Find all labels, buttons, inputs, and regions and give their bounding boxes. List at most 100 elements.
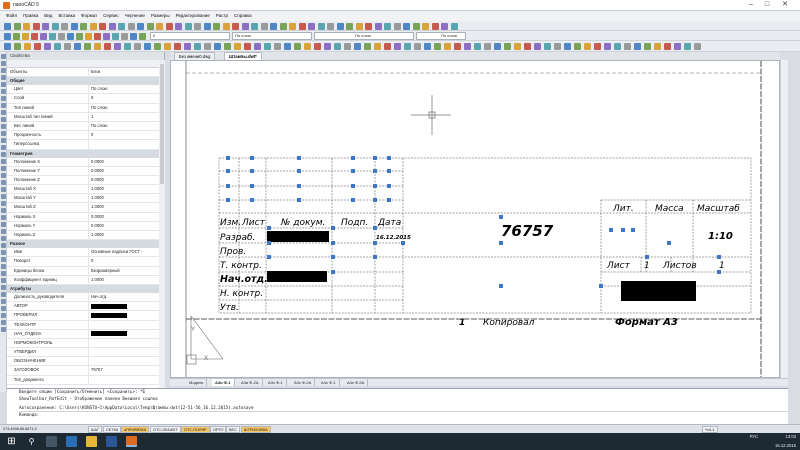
property-value[interactable]: По слою [89, 122, 164, 130]
toolbar-button-icon[interactable] [374, 42, 381, 50]
maximize-icon[interactable]: □ [760, 0, 774, 10]
menu-dimensions[interactable]: Размеры [148, 11, 173, 21]
left-tool-icon[interactable] [1, 215, 6, 220]
toolbar-button-icon[interactable] [175, 22, 182, 30]
edge-icon[interactable] [66, 436, 77, 447]
toolbar-button-icon[interactable] [444, 42, 451, 50]
toolbar-button-icon[interactable] [674, 42, 681, 50]
left-tool-icon[interactable] [1, 145, 6, 150]
search-icon[interactable]: ⚲ [26, 436, 37, 447]
toolbar-button-icon[interactable] [289, 22, 296, 30]
property-value[interactable]: 0.0000 [89, 158, 164, 166]
clock[interactable]: 13:03 16.12.2015 [766, 433, 796, 450]
property-row[interactable]: Цвет По слою [7, 85, 164, 95]
toolbar-button-icon[interactable] [294, 42, 301, 50]
property-value[interactable]: 1.0000 [89, 276, 164, 284]
toolbar-button-icon[interactable] [434, 42, 441, 50]
property-category[interactable]: Общие [7, 77, 164, 86]
property-value[interactable]: 0.0000 [89, 213, 164, 221]
menu-help[interactable]: Справка [231, 11, 255, 21]
toolbar-button-icon[interactable] [112, 32, 119, 40]
left-tool-icon[interactable] [1, 320, 6, 325]
status-ortho-button[interactable]: ОРТО [210, 426, 227, 433]
property-row[interactable]: УТВЕРДИЛ [7, 348, 164, 358]
toolbar-button-icon[interactable] [118, 22, 125, 30]
toolbar-button-icon[interactable] [34, 42, 41, 50]
toolbar-button-icon[interactable] [224, 42, 231, 50]
property-value[interactable]: По слою [89, 104, 164, 112]
color-select[interactable]: По слою [232, 32, 312, 40]
left-tool-icon[interactable] [1, 271, 6, 276]
property-value[interactable]: По слою [89, 85, 164, 93]
property-row[interactable]: Масштаб X 1.0000 [7, 185, 164, 195]
property-row[interactable]: Коэффициент единиц 1.0000 [7, 275, 164, 285]
toolbar-button-icon[interactable] [67, 32, 74, 40]
toolbar-button-icon[interactable] [251, 22, 258, 30]
left-tool-icon[interactable] [1, 222, 6, 227]
toolbar-button-icon[interactable] [80, 22, 87, 30]
left-tool-icon[interactable] [1, 96, 6, 101]
property-value[interactable] [89, 330, 164, 338]
property-value[interactable] [89, 321, 164, 329]
toolbar-button-icon[interactable] [384, 42, 391, 50]
toolbar-button-icon[interactable] [134, 42, 141, 50]
property-row[interactable]: ТЕХКОНТР [7, 320, 164, 330]
toolbar-button-icon[interactable] [484, 42, 491, 50]
toolbar-button-icon[interactable] [51, 22, 59, 30]
toolbar-button-icon[interactable] [374, 22, 382, 30]
property-category[interactable]: Разное [7, 240, 164, 249]
toolbar-button-icon[interactable] [146, 22, 154, 30]
toolbar-button-icon[interactable] [514, 42, 521, 50]
menu-insert[interactable]: Вставка [55, 11, 78, 21]
doc-tab-untitled[interactable]: Без имени0.dwg [174, 52, 216, 60]
toolbar-button-icon[interactable] [554, 42, 561, 50]
property-value[interactable] [89, 302, 164, 310]
toolbar-button-icon[interactable] [94, 42, 101, 50]
menu-format[interactable]: Формат [78, 11, 100, 21]
property-row[interactable]: Имя Основные надписи ГОСТ - [7, 248, 164, 258]
toolbar-button-icon[interactable] [364, 42, 371, 50]
toolbar-button-icon[interactable] [139, 32, 146, 40]
toolbar-button-icon[interactable] [32, 22, 40, 30]
layer-select[interactable]: 0 [150, 32, 230, 40]
layout-tab-a3h-f2a[interactable]: А3х Ф-2А [291, 379, 316, 386]
toolbar-button-icon[interactable] [594, 42, 601, 50]
property-row[interactable]: Слой 0 [7, 94, 164, 104]
toolbar-button-icon[interactable] [222, 22, 230, 30]
property-row[interactable]: Нормаль X 0.0000 [7, 212, 164, 222]
toolbar-button-icon[interactable] [422, 22, 429, 30]
menu-modify[interactable]: Редактирование [173, 11, 213, 21]
layout-tab-a3i-f2a[interactable]: А3и Ф-2А [238, 379, 263, 386]
close-icon[interactable]: ✕ [778, 0, 792, 10]
word-icon[interactable] [106, 436, 117, 447]
toolbar-button-icon[interactable] [564, 42, 571, 50]
property-row[interactable]: Масштаб Z 1.0000 [7, 203, 164, 213]
left-tool-icon[interactable] [1, 166, 6, 171]
left-tool-icon[interactable] [1, 117, 6, 122]
status-grid-button[interactable]: СЕТКА [103, 426, 122, 433]
property-category[interactable]: Атрибуты [7, 284, 164, 293]
doc-tab-stamps[interactable]: Штампы.dwt* [224, 52, 262, 60]
left-tool-icon[interactable] [1, 236, 6, 241]
command-input[interactable]: Команда: [19, 411, 788, 419]
property-value[interactable]: 0.0000 [89, 176, 164, 184]
toolbar-button-icon[interactable] [644, 42, 651, 50]
left-tool-icon[interactable] [1, 250, 6, 255]
property-value[interactable]: 1.0000 [89, 185, 164, 193]
toolbar-button-icon[interactable] [344, 42, 351, 50]
menu-tools[interactable]: Сервис [100, 11, 121, 21]
toolbar-button-icon[interactable] [412, 22, 420, 30]
properties-scrollbar[interactable] [159, 60, 165, 392]
toolbar-button-icon[interactable] [524, 42, 531, 50]
toolbar-button-icon[interactable] [365, 22, 372, 30]
property-row[interactable]: Масштаб тип линий 1 [7, 112, 164, 122]
property-value[interactable] [89, 376, 164, 384]
toolbar-button-icon[interactable] [54, 42, 61, 50]
toolbar-button-icon[interactable] [49, 32, 56, 40]
toolbar-button-icon[interactable] [298, 22, 306, 30]
left-tool-icon[interactable] [1, 61, 6, 66]
left-tool-icon[interactable] [1, 229, 6, 234]
property-row[interactable]: ПРОВЕРИЛ [7, 311, 164, 321]
toolbar-button-icon[interactable] [42, 22, 49, 30]
layout-tab-a4h-f2a[interactable]: А4х Ф-2А [344, 379, 369, 386]
